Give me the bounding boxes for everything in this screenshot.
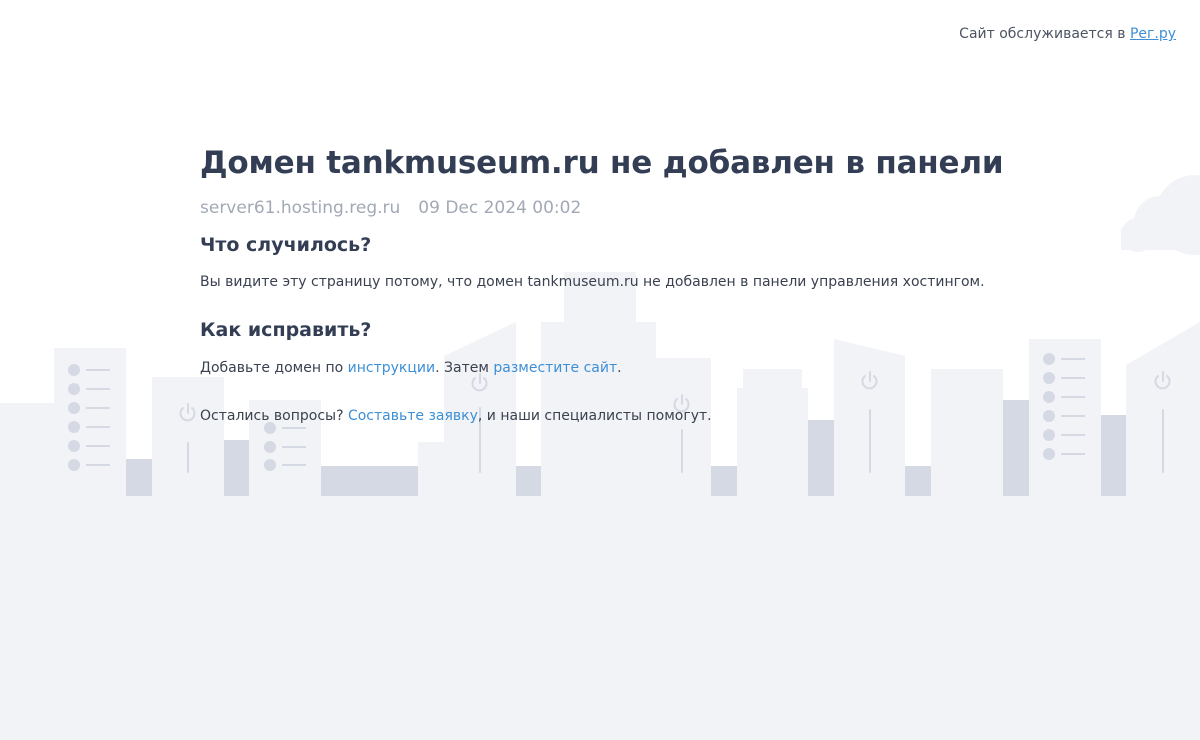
instructions-link[interactable]: инструкции [348, 360, 435, 376]
fix-prefix: Добавьте домен по [200, 360, 348, 376]
questions-suffix: , и наши специалисты помогут. [477, 408, 712, 424]
server-name: server61.hosting.reg.ru [200, 198, 401, 218]
page-title: Домен tankmuseum.ru не добавлен в панели [200, 145, 1004, 181]
questions-text: Остались вопросы? Составьте заявку, и на… [200, 406, 1060, 426]
served-by-text: Сайт обслуживается в [959, 26, 1126, 42]
reg-ru-link[interactable]: Рег.ру [1130, 26, 1176, 42]
fix-middle: . Затем [435, 360, 494, 376]
timestamp: 09 Dec 2024 00:02 [418, 198, 582, 218]
how-to-fix-heading: Как исправить? [200, 319, 372, 341]
what-happened-heading: Что случилось? [200, 234, 372, 256]
server-meta: server61.hosting.reg.ru 09 Dec 2024 00:02 [200, 198, 1060, 218]
submit-request-link[interactable]: Составьте заявку [348, 408, 478, 424]
hosting-provider-notice: Сайт обслуживается в Рег.ру [959, 26, 1176, 42]
cloud-icon [1121, 175, 1200, 255]
main-content: Домен tankmuseum.ru не добавлен в панели… [200, 140, 1060, 426]
place-site-link[interactable]: разместите сайт [493, 360, 617, 376]
questions-prefix: Остались вопросы? [200, 408, 348, 424]
fix-suffix: . [617, 360, 622, 376]
what-happened-text: Вы видите эту страницу потому, что домен… [200, 274, 985, 290]
how-to-fix-text: Добавьте домен по инструкции. Затем разм… [200, 358, 1060, 378]
